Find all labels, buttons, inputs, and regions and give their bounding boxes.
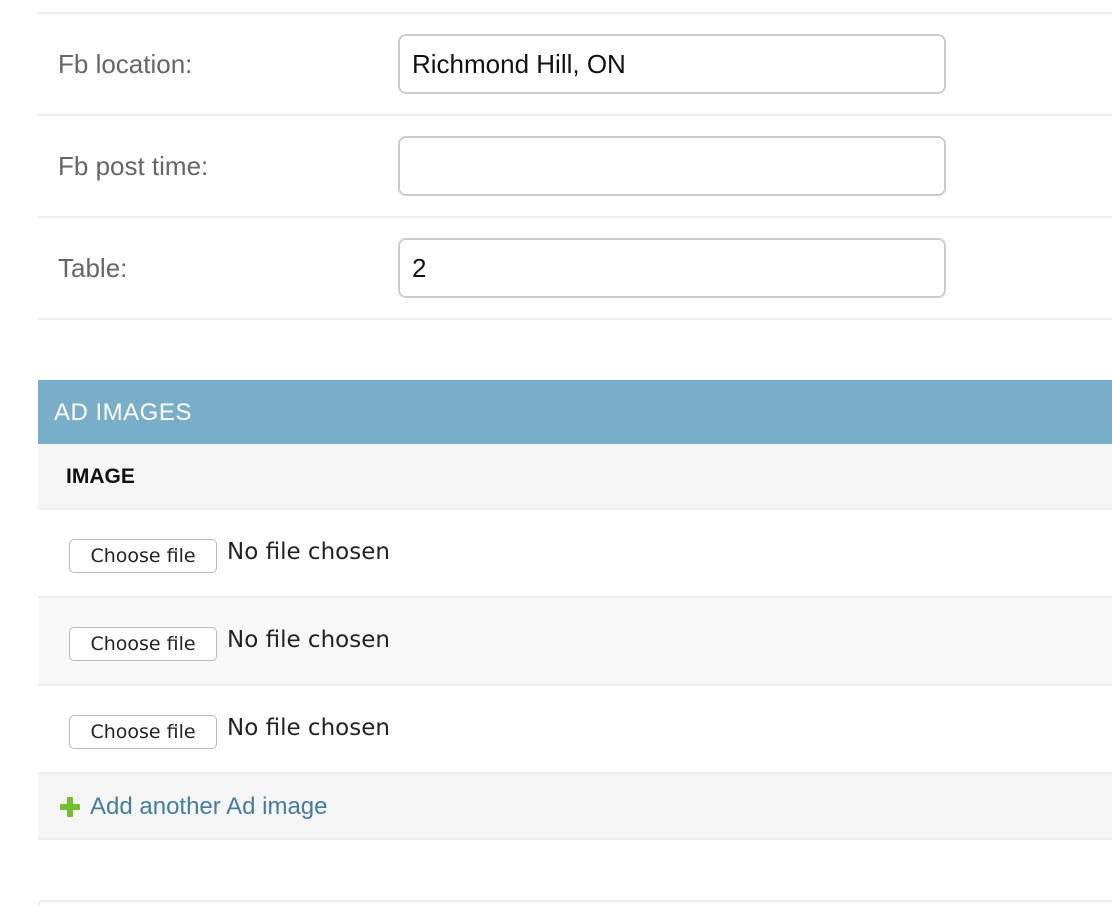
- file-status-text: No file chosen: [227, 715, 390, 741]
- plus-icon: [60, 797, 80, 817]
- add-link-label: Add another Ad image: [90, 793, 328, 820]
- add-another-ad-image-link[interactable]: Add another Ad image: [60, 790, 328, 824]
- image-column-header: IMAGE: [38, 444, 1112, 510]
- next-section-edge: [38, 900, 1112, 906]
- inline-row-3: Choose file No file chosen: [38, 686, 1112, 774]
- choose-file-button[interactable]: Choose file: [69, 715, 217, 749]
- choose-file-button[interactable]: Choose file: [69, 539, 217, 573]
- file-status-text: No file chosen: [227, 627, 390, 653]
- form-row-fb-post-time: Fb post time:: [38, 116, 1112, 218]
- file-status-text: No file chosen: [227, 539, 390, 565]
- form-row-table: Table:: [38, 218, 1112, 320]
- inline-row-1: Choose file No file chosen: [38, 510, 1112, 598]
- table-input[interactable]: [398, 238, 946, 298]
- fb-post-time-label: Fb post time:: [58, 151, 209, 181]
- fb-location-input[interactable]: [398, 34, 946, 94]
- form-row-fb-location: Fb location:: [38, 14, 1112, 116]
- inline-row-2: Choose file No file chosen: [38, 598, 1112, 686]
- add-row: Add another Ad image: [38, 774, 1112, 840]
- table-label: Table:: [58, 253, 128, 283]
- ad-images-section-title: AD IMAGES: [38, 380, 1112, 444]
- fb-location-label: Fb location:: [58, 49, 193, 79]
- change-form: Fb location: Fb post time: Table: AD IMA…: [38, 0, 1112, 906]
- fb-post-time-input[interactable]: [398, 136, 946, 196]
- choose-file-button[interactable]: Choose file: [69, 627, 217, 661]
